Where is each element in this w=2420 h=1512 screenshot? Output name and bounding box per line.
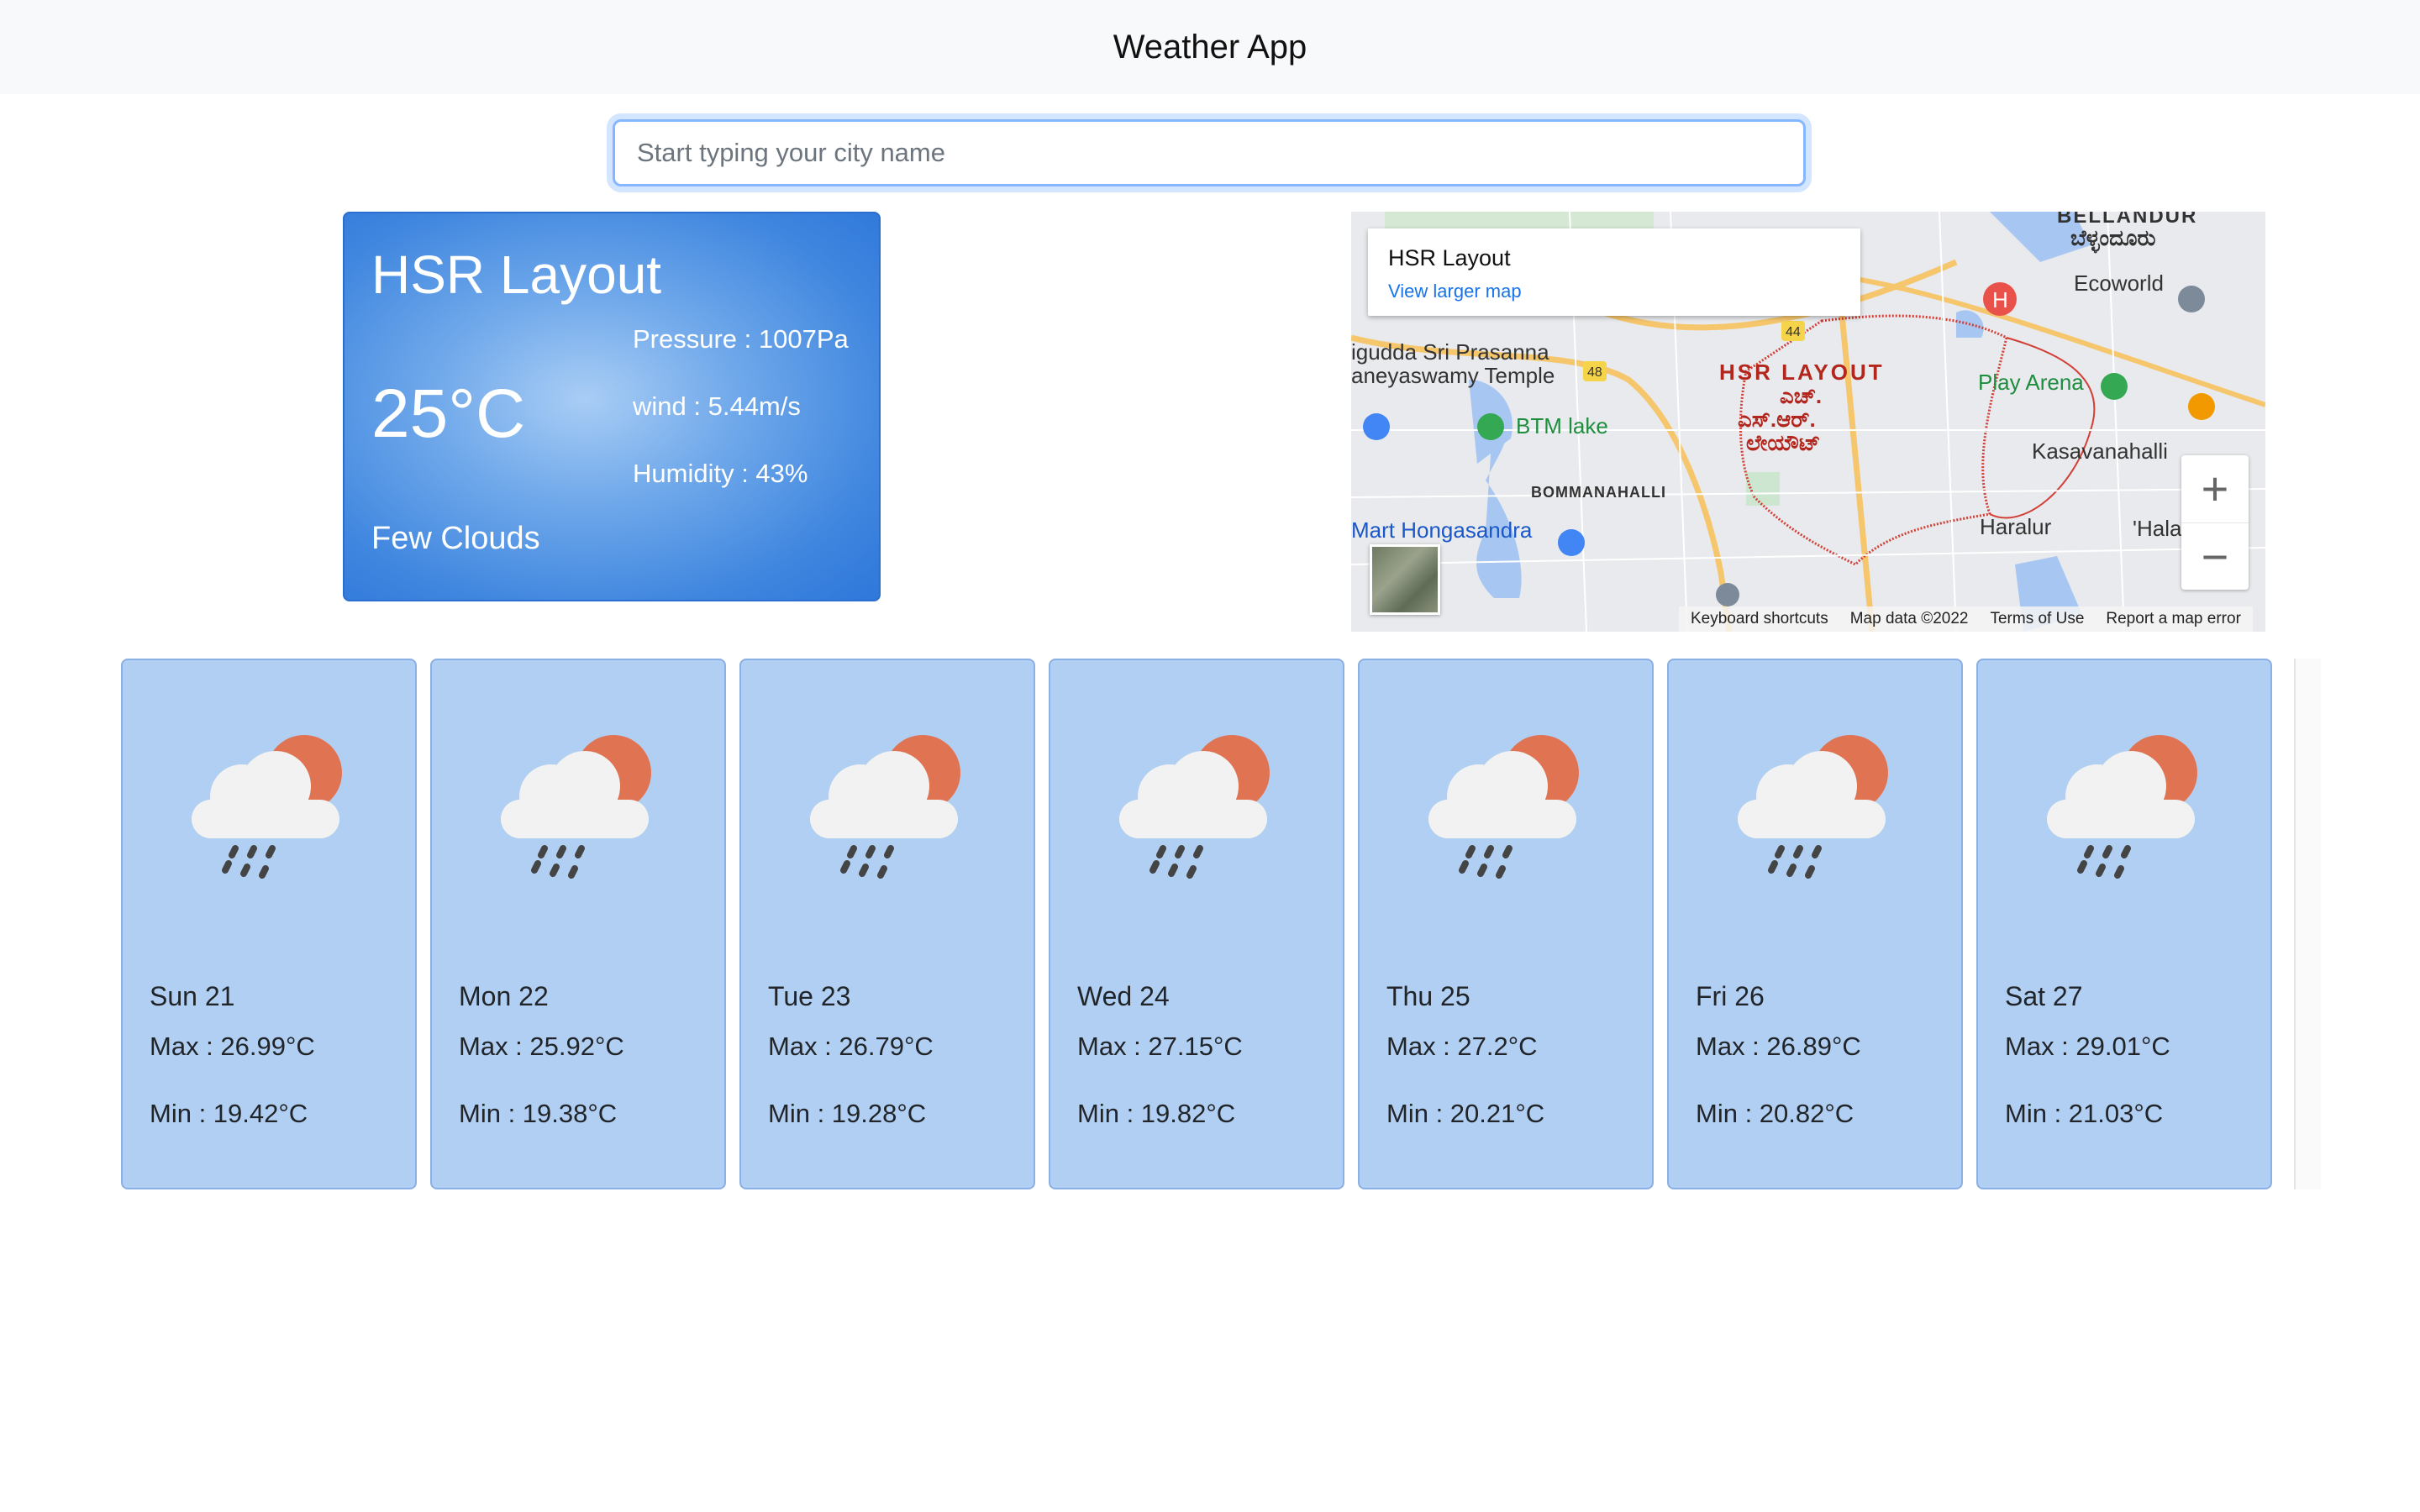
- forecast-max: Max : 27.15°C: [1077, 1032, 1243, 1061]
- rain-cloud-sun-icon: [1738, 735, 1888, 879]
- rain-cloud-sun-icon: [192, 735, 342, 879]
- forecast-card-4: Thu 25 Max : 27.2°C Min : 20.21°C: [1358, 659, 1654, 1189]
- view-larger-map-link[interactable]: View larger map: [1388, 281, 1522, 302]
- map-label-hsr: HSR LAYOUT: [1719, 360, 1885, 385]
- forecast-min: Min : 19.82°C: [1077, 1099, 1236, 1128]
- forecast-day: Thu 25: [1386, 981, 1470, 1011]
- forecast-scroll-edge[interactable]: [2294, 659, 2321, 1189]
- forecast-day: Sun 21: [150, 981, 235, 1011]
- current-condition: Few Clouds: [371, 521, 540, 556]
- map-label-ecoworld: Ecoworld: [2074, 270, 2164, 296]
- forecast-day: Fri 26: [1696, 981, 1765, 1011]
- forecast-max: Max : 26.79°C: [768, 1032, 934, 1061]
- forecast-card-2: Tue 23 Max : 26.79°C Min : 19.28°C: [739, 659, 1035, 1189]
- forecast-min: Min : 20.82°C: [1696, 1099, 1854, 1128]
- forecast-max: Max : 26.89°C: [1696, 1032, 1861, 1061]
- rain-cloud-sun-icon: [2047, 735, 2197, 879]
- map-zoom-controls: + −: [2181, 455, 2249, 590]
- map-label-temple: aneyaswamy Temple: [1351, 363, 1555, 388]
- road-badge-48: 48: [1587, 365, 1602, 380]
- forecast-card-0: Sun 21 Max : 26.99°C Min : 19.42°C: [121, 659, 417, 1189]
- rain-cloud-sun-icon: [501, 735, 651, 879]
- map-label-hsr-kn3: ಲೇಯೌಟ್: [1746, 430, 1821, 455]
- map-label-bellandur-kn: ಬೆಳ್ಳಂದೂರು: [2070, 225, 2156, 250]
- current-weather-card: HSR Layout 25°C Few Clouds Pressure : 10…: [343, 212, 881, 601]
- city-search-input[interactable]: [613, 119, 1806, 186]
- map-label-bommanahalli: BOMMANAHALLI: [1531, 484, 1666, 501]
- map-embed[interactable]: 44 48 H BELLANDUR ಬೆಳ್ಳಂದೂರು Ecoworld ig…: [1351, 212, 2265, 632]
- forecast-row: Sun 21 Max : 26.99°C Min : 19.42°C Mon 2…: [121, 659, 2319, 1189]
- forecast-card-3: Wed 24 Max : 27.15°C Min : 19.82°C: [1049, 659, 1344, 1189]
- map-label-kasavanahalli: Kasavanahalli: [2032, 438, 2168, 464]
- map-label-sri-prasanna: igudda Sri Prasanna: [1351, 339, 1549, 365]
- app-header: Weather App: [0, 0, 2420, 94]
- current-humidity: Humidity : 43%: [633, 459, 808, 488]
- forecast-card-6: Sat 27 Max : 29.01°C Min : 21.03°C: [1976, 659, 2272, 1189]
- park-pin-icon: [1477, 413, 1504, 440]
- current-wind: wind : 5.44m/s: [633, 391, 801, 421]
- current-pressure: Pressure : 1007Pa: [633, 324, 849, 354]
- forecast-min: Min : 19.28°C: [768, 1099, 927, 1128]
- current-city: HSR Layout: [371, 244, 662, 305]
- rain-cloud-sun-icon: [810, 735, 960, 879]
- map-label-haralur: Haralur: [1980, 514, 2052, 539]
- forecast-min: Min : 19.42°C: [150, 1099, 308, 1128]
- place-pin-icon-2: [1716, 583, 1739, 606]
- shop-pin-icon: [1363, 413, 1390, 440]
- map-label-hala: 'Hala: [2133, 516, 2182, 541]
- place-pin-icon: [2178, 286, 2205, 312]
- map-footer: Keyboard shortcuts Map data ©2022 Terms …: [1679, 606, 2253, 632]
- forecast-max: Max : 25.92°C: [459, 1032, 624, 1061]
- forecast-max: Max : 29.01°C: [2005, 1032, 2170, 1061]
- road-badge-44: 44: [1786, 325, 1801, 339]
- forecast-min: Min : 19.38°C: [459, 1099, 618, 1128]
- forecast-day: Mon 22: [459, 981, 549, 1011]
- map-label-mart: Mart Hongasandra: [1351, 517, 1533, 543]
- forecast-card-5: Fri 26 Max : 26.89°C Min : 20.82°C: [1667, 659, 1963, 1189]
- shopping-pin-icon: [1558, 529, 1585, 556]
- forecast-day: Tue 23: [768, 981, 851, 1011]
- map-info-card: HSR Layout View larger map: [1368, 228, 1860, 316]
- forecast-min: Min : 20.21°C: [1386, 1099, 1545, 1128]
- forecast-max: Max : 27.2°C: [1386, 1032, 1538, 1061]
- forecast-max: Max : 26.99°C: [150, 1032, 315, 1061]
- map-place-title: HSR Layout: [1388, 245, 1511, 270]
- zoom-out-button[interactable]: −: [2181, 523, 2249, 591]
- app-title: Weather App: [1113, 28, 1307, 66]
- forecast-card-1: Mon 22 Max : 25.92°C Min : 19.38°C: [430, 659, 726, 1189]
- satellite-toggle[interactable]: [1370, 544, 1440, 615]
- map-label-play-arena: Play Arena: [1978, 370, 2084, 395]
- park-pin-icon-2: [2101, 373, 2128, 400]
- keyboard-shortcuts-link[interactable]: Keyboard shortcuts: [1691, 610, 1828, 628]
- restaurant-pin-icon: [2188, 393, 2215, 420]
- forecast-day: Wed 24: [1077, 981, 1170, 1011]
- map-label-btm: BTM lake: [1516, 413, 1608, 438]
- map-data-attribution: Map data ©2022: [1849, 610, 1969, 627]
- zoom-in-button[interactable]: +: [2181, 455, 2249, 523]
- forecast-min: Min : 21.03°C: [2005, 1099, 2164, 1128]
- terms-of-use-link[interactable]: Terms of Use: [1990, 610, 2084, 628]
- forecast-day: Sat 27: [2005, 981, 2083, 1011]
- rain-cloud-sun-icon: [1428, 735, 1579, 879]
- current-temperature: 25°C: [371, 375, 526, 452]
- rain-cloud-sun-icon: [1119, 735, 1270, 879]
- report-map-error-link[interactable]: Report a map error: [2106, 610, 2241, 628]
- svg-text:H: H: [1992, 287, 2008, 312]
